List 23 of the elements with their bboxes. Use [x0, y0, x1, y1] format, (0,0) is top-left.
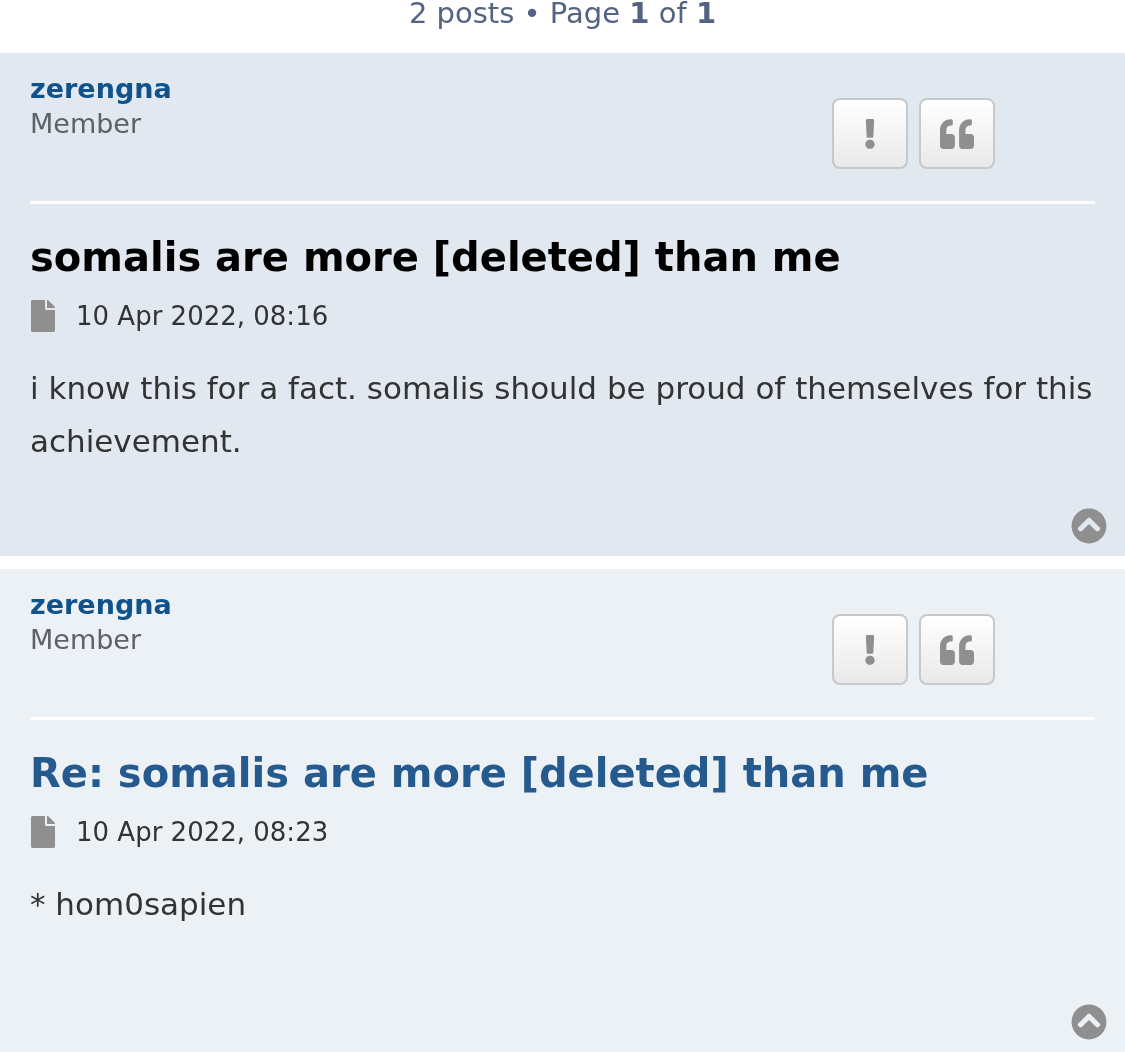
post-body: * hom0sapien [30, 885, 248, 924]
back-to-top-icon[interactable] [1071, 508, 1107, 544]
quote-icon [937, 116, 977, 151]
file-icon [30, 300, 56, 332]
report-button[interactable] [832, 614, 908, 685]
file-icon [30, 816, 56, 848]
exclamation-icon [864, 118, 876, 149]
quote-icon [937, 632, 977, 667]
exclamation-icon [864, 634, 876, 665]
quote-button[interactable] [919, 98, 995, 169]
post-title: somalis are more [deleted] than me [30, 233, 841, 282]
post-date: 10 Apr 2022, 08:16 [76, 300, 329, 332]
back-to-top-icon[interactable] [1071, 1004, 1107, 1040]
author-link[interactable]: zerengna [30, 587, 172, 623]
author-link[interactable]: zerengna [30, 71, 172, 107]
post-body: i know this for a fact. somalis should be proud of themselves for this achievement. [30, 369, 1094, 461]
pagination-text: 2 posts • Page 1 of 1 [408, 0, 717, 28]
report-button[interactable] [832, 98, 908, 169]
post-date: 10 Apr 2022, 08:23 [76, 816, 329, 848]
post-title[interactable]: Re: somalis are more [deleted] than me [30, 748, 929, 798]
quote-button[interactable] [919, 614, 995, 685]
author-rank: Member [30, 623, 143, 657]
author-rank: Member [30, 107, 143, 141]
